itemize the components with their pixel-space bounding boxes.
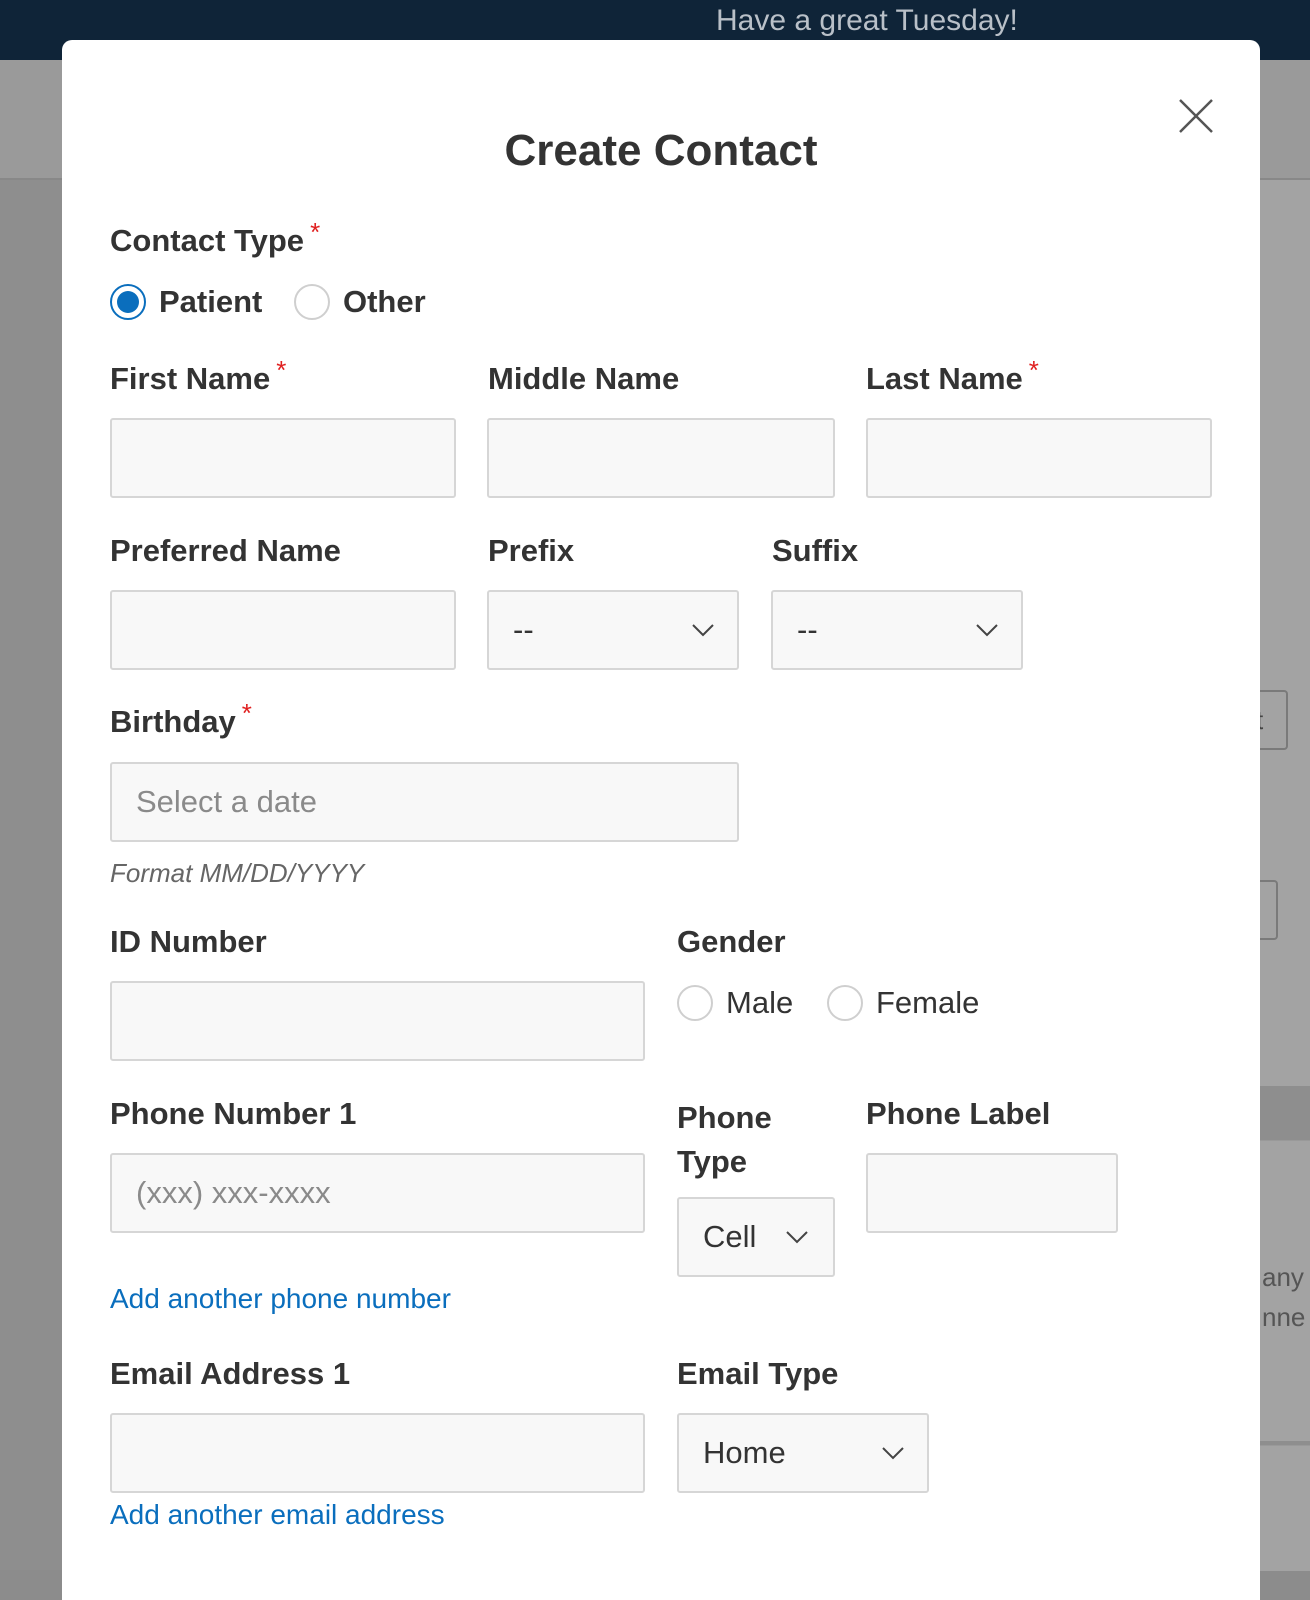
first-name-label: First Name * (110, 355, 286, 397)
birthday-date-input[interactable] (110, 762, 739, 842)
first-name-input[interactable] (110, 418, 456, 498)
background-text: any (1262, 1262, 1304, 1292)
radio-label: Other (343, 284, 426, 319)
close-icon (1179, 99, 1213, 133)
phone-type-select[interactable]: Cell (677, 1197, 835, 1277)
required-marker: * (241, 698, 252, 728)
prefix-selected-value: -- (513, 612, 534, 647)
radio-label: Patient (159, 284, 263, 319)
phone-type-label-line: Phone (677, 1100, 772, 1135)
suffix-select[interactable]: -- (771, 590, 1023, 670)
suffix-selected-value: -- (797, 612, 818, 647)
greeting-text: Have a great Tuesday! (716, 4, 1018, 37)
background-card (1260, 180, 1310, 1086)
phone-label-label: Phone Label (866, 1096, 1051, 1131)
phone-label-input[interactable] (866, 1153, 1118, 1233)
add-email-address-link[interactable]: Add another email address (110, 1499, 445, 1531)
prefix-select[interactable]: -- (487, 590, 739, 670)
add-phone-number-link[interactable]: Add another phone number (110, 1283, 451, 1315)
radio-unselected-icon (677, 985, 713, 1021)
phone-type-label: Phone Type (677, 1096, 772, 1184)
close-button[interactable] (1174, 94, 1218, 138)
email-address-label: Email Address 1 (110, 1356, 351, 1391)
birthday-format-hint: Format MM/DD/YYYY (110, 858, 365, 888)
preferred-name-label: Preferred Name (110, 533, 341, 568)
radio-unselected-icon (294, 284, 330, 320)
middle-name-label: Middle Name (488, 361, 680, 396)
contact-type-label-text: Contact Type (110, 223, 305, 258)
last-name-label-text: Last Name (866, 361, 1023, 396)
phone-number-input[interactable] (110, 1153, 645, 1233)
phone-number-label: Phone Number 1 (110, 1096, 357, 1131)
required-marker: * (310, 217, 321, 247)
id-number-label: ID Number (110, 924, 267, 959)
phone-type-selected-value: Cell (703, 1219, 757, 1254)
preferred-name-input[interactable] (110, 590, 456, 670)
id-number-input[interactable] (110, 981, 645, 1061)
background-text: nne (1262, 1302, 1306, 1332)
required-marker: * (276, 355, 287, 385)
contact-type-other-radio[interactable]: Other (294, 284, 426, 320)
chevron-down-icon (786, 1231, 808, 1244)
suffix-label: Suffix (772, 533, 859, 568)
contact-type-patient-radio[interactable]: Patient (110, 284, 262, 320)
middle-name-input[interactable] (487, 418, 835, 498)
email-type-label: Email Type (677, 1356, 839, 1391)
create-contact-modal: Create Contact Contact Type * Patient Oth… (62, 40, 1260, 1600)
email-type-select[interactable]: Home (677, 1413, 929, 1493)
email-type-selected-value: Home (703, 1435, 786, 1470)
radio-label: Female (876, 985, 980, 1020)
gender-male-radio[interactable]: Male (677, 985, 793, 1021)
modal-title: Create Contact (504, 126, 818, 175)
required-marker: * (1028, 355, 1039, 385)
chevron-down-icon (882, 1447, 904, 1460)
first-name-label-text: First Name (110, 361, 271, 396)
last-name-label: Last Name * (866, 355, 1039, 397)
radio-selected-icon (110, 284, 146, 320)
prefix-label: Prefix (488, 533, 575, 568)
last-name-input[interactable] (866, 418, 1212, 498)
email-address-input[interactable] (110, 1413, 645, 1493)
gender-female-radio[interactable]: Female (827, 985, 979, 1021)
birthday-label-text: Birthday (110, 704, 236, 739)
contact-type-label: Contact Type * (110, 217, 320, 259)
radio-unselected-icon (827, 985, 863, 1021)
phone-type-label-line: Type (677, 1144, 748, 1179)
background-card (1260, 1445, 1310, 1571)
radio-label: Male (726, 985, 794, 1020)
chevron-down-icon (692, 624, 714, 637)
birthday-label: Birthday * (110, 698, 252, 740)
chevron-down-icon (976, 624, 998, 637)
gender-label: Gender (677, 924, 786, 959)
